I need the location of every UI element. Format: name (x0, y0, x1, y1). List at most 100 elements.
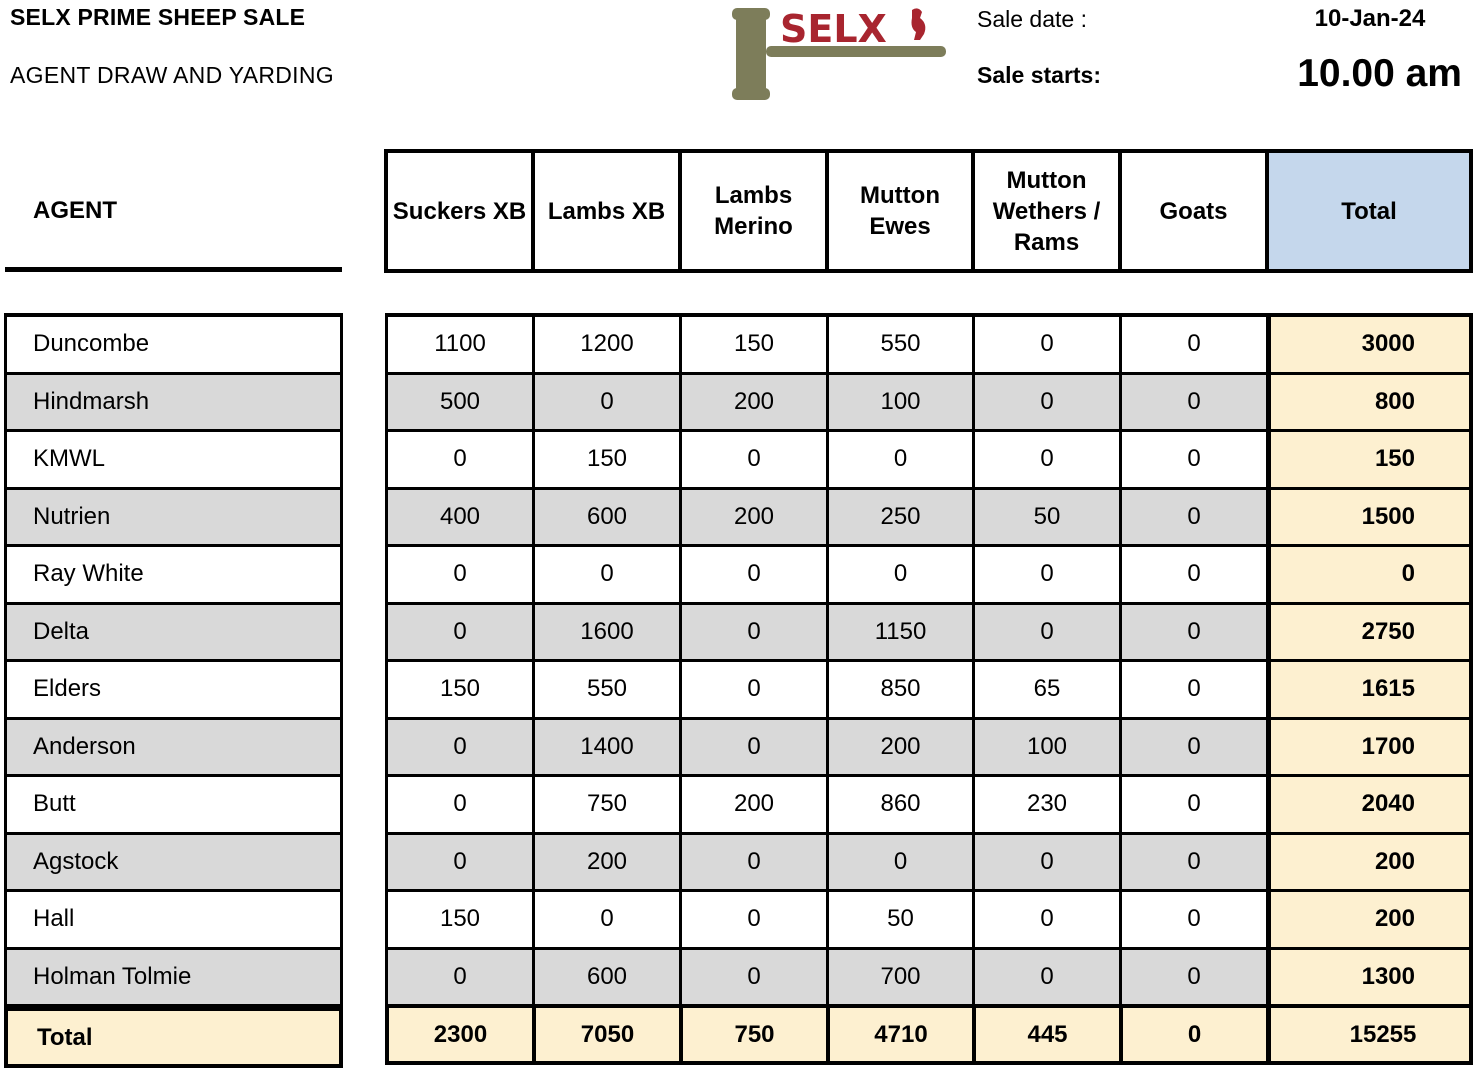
count-cell: 0 (679, 432, 826, 487)
count-cell: 445 (972, 1008, 1119, 1061)
sale-starts-value: 10.00 am (1297, 52, 1462, 95)
row-total-cell: 2040 (1266, 777, 1473, 832)
count-cell: 0 (385, 432, 532, 487)
sale-starts-label: Sale starts: (977, 62, 1102, 88)
count-cell: 0 (385, 719, 532, 774)
count-cell: 0 (385, 949, 532, 1004)
table-row: 400 600 200 250 50 0 1500 (385, 489, 1473, 547)
column-header: Suckers XB (388, 153, 535, 269)
column-header: Mutton Ewes (829, 153, 975, 269)
count-cell: 0 (826, 834, 972, 889)
column-header-row: Suckers XB Lambs XB Lambs Merino Mutton Ewe… (384, 149, 1473, 273)
count-cell: 700 (826, 949, 972, 1004)
count-cell: 0 (972, 432, 1119, 487)
count-cell: 0 (972, 547, 1119, 602)
table-row: 0 600 0 700 0 0 1300 (385, 949, 1473, 1007)
count-cell: 0 (972, 374, 1119, 429)
agent-list: Duncombe Hindmarsh KMWL Nutrien Ray White Del… (4, 313, 343, 1068)
count-cell: 1150 (826, 604, 972, 659)
row-total-cell: 1700 (1266, 719, 1473, 774)
count-cell: 600 (532, 489, 679, 544)
row-total-cell: 200 (1266, 834, 1473, 889)
sale-date-label: Sale date : (977, 6, 1087, 32)
count-cell: 750 (532, 777, 679, 832)
agent-name: Hindmarsh (7, 374, 340, 432)
count-cell: 550 (826, 317, 972, 372)
count-cell: 150 (679, 317, 826, 372)
count-cell: 0 (826, 432, 972, 487)
column-header: Lambs XB (535, 153, 682, 269)
count-cell: 550 (532, 662, 679, 717)
count-cell: 0 (1119, 317, 1266, 372)
count-cell: 50 (826, 892, 972, 947)
count-cell: 0 (1119, 777, 1266, 832)
count-cell: 0 (679, 604, 826, 659)
row-total-cell: 150 (1266, 432, 1473, 487)
agent-name: KMWL (7, 432, 340, 490)
agent-header-underline (5, 267, 342, 272)
count-cell: 4710 (826, 1008, 972, 1061)
count-cell: 0 (385, 777, 532, 832)
report-subtitle: AGENT DRAW AND YARDING (10, 62, 334, 88)
yarding-table: 1100 1200 150 550 0 0 3000 500 0 200 100 0 0 800 0 150 0… (385, 313, 1473, 1065)
table-row: 1100 1200 150 550 0 0 3000 (385, 317, 1473, 375)
count-cell: 1100 (385, 317, 532, 372)
total-label: Total (4, 1007, 343, 1068)
agent-name: Duncombe (7, 317, 340, 375)
column-header: Goats (1122, 153, 1269, 269)
count-cell: 0 (1119, 892, 1266, 947)
count-cell: 0 (972, 834, 1119, 889)
count-cell: 230 (972, 777, 1119, 832)
table-row: 0 1400 0 200 100 0 1700 (385, 719, 1473, 777)
table-row: 500 0 200 100 0 0 800 (385, 374, 1473, 432)
count-cell: 0 (385, 604, 532, 659)
table-row: 150 550 0 850 65 0 1615 (385, 662, 1473, 720)
count-cell: 0 (1119, 489, 1266, 544)
count-cell: 0 (1119, 604, 1266, 659)
agent-name: Hall (7, 892, 340, 950)
gavel-icon: SELX (732, 7, 946, 100)
count-cell: 1400 (532, 719, 679, 774)
count-cell: 0 (1119, 1008, 1266, 1061)
count-cell: 0 (1119, 374, 1266, 429)
count-cell: 0 (679, 949, 826, 1004)
count-cell: 150 (385, 892, 532, 947)
row-total-cell: 2750 (1266, 604, 1473, 659)
agent-name: Anderson (7, 719, 340, 777)
count-cell: 0 (826, 547, 972, 602)
table-row: 0000000 (385, 547, 1473, 605)
count-cell: 0 (679, 719, 826, 774)
count-cell: 0 (1119, 547, 1266, 602)
count-cell: 0 (1119, 662, 1266, 717)
count-cell: 250 (826, 489, 972, 544)
count-cell: 0 (385, 547, 532, 602)
row-total-cell: 800 (1266, 374, 1473, 429)
row-total-cell: 0 (1266, 547, 1473, 602)
table-row: 150 0 0 50 0 0 200 (385, 892, 1473, 950)
count-cell: 0 (532, 892, 679, 947)
count-cell: 1600 (532, 604, 679, 659)
count-cell: 100 (826, 374, 972, 429)
agent-column-header: AGENT (33, 197, 117, 224)
count-cell: 0 (972, 604, 1119, 659)
agent-name: Holman Tolmie (7, 949, 340, 1007)
count-cell: 200 (679, 777, 826, 832)
row-total-cell: 15255 (1266, 1008, 1473, 1061)
count-cell: 0 (1119, 719, 1266, 774)
count-cell: 1200 (532, 317, 679, 372)
agent-name: Butt (7, 777, 340, 835)
sale-date-value: 10-Jan-24 (1314, 5, 1426, 32)
table-row: 0 750 200 860 230 0 2040 (385, 777, 1473, 835)
table-row: 0 200 0 0 0 0 200 (385, 834, 1473, 892)
count-cell: 860 (826, 777, 972, 832)
count-cell: 65 (972, 662, 1119, 717)
count-cell: 0 (532, 374, 679, 429)
count-cell: 0 (1119, 834, 1266, 889)
count-cell: 0 (972, 317, 1119, 372)
agent-name: Agstock (7, 834, 340, 892)
count-cell: 200 (679, 489, 826, 544)
sale-title: SELX PRIME SHEEP SALE (10, 4, 306, 30)
agent-name: Ray White (7, 547, 340, 605)
count-cell: 750 (679, 1008, 826, 1061)
agent-name: Delta (7, 604, 340, 662)
